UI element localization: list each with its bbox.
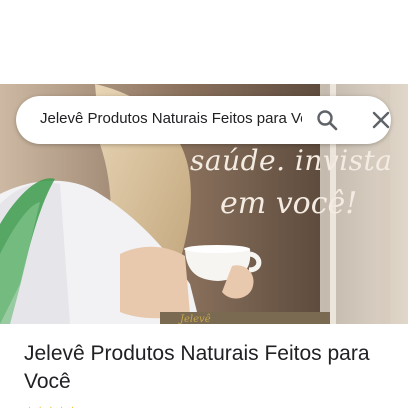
rating-stars: ★★★★★ bbox=[24, 402, 78, 408]
star-icon: ★ bbox=[56, 404, 67, 408]
svg-text:Jelevê: Jelevê bbox=[178, 314, 211, 324]
photo-caption-line2: em você! bbox=[220, 186, 358, 221]
place-title: Jelevê Produtos Naturais Feitos para Voc… bbox=[24, 342, 370, 393]
close-button[interactable] bbox=[369, 108, 393, 132]
search-button[interactable] bbox=[315, 108, 339, 132]
search-input[interactable]: Jelevê Produtos Naturais Feitos para Voc… bbox=[40, 110, 302, 132]
star-icon: ★ bbox=[46, 404, 57, 408]
close-icon bbox=[372, 111, 390, 129]
photo-caption-line1: saúde. invista bbox=[190, 144, 393, 177]
star-icon: ★ bbox=[35, 404, 46, 408]
search-bar[interactable]: Jelevê Produtos Naturais Feitos para Voc… bbox=[16, 96, 391, 144]
search-icon bbox=[317, 110, 338, 131]
blank-header-area bbox=[0, 0, 408, 84]
star-icon: ★ bbox=[24, 404, 35, 408]
star-icon: ★ bbox=[67, 404, 78, 408]
